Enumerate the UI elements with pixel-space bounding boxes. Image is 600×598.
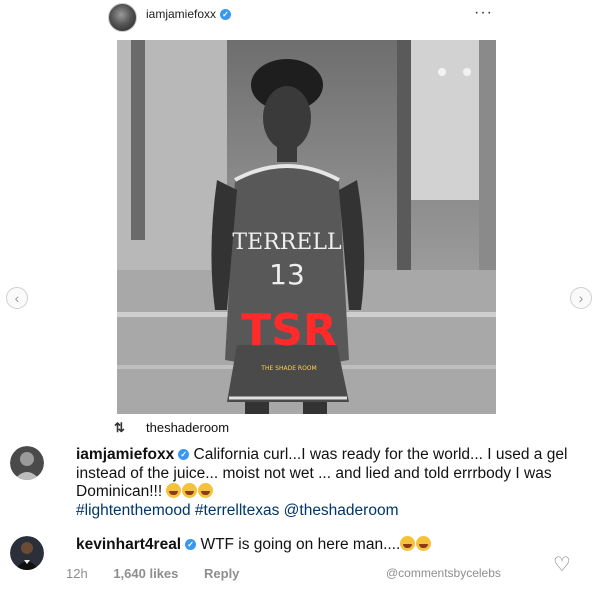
jersey-number: 13 xyxy=(269,258,305,291)
post-username-text[interactable]: iamjamiefoxx xyxy=(146,7,216,21)
caption-avatar[interactable] xyxy=(10,446,44,480)
profile-avatar[interactable] xyxy=(108,3,137,32)
verified-badge-icon: ✓ xyxy=(185,539,197,551)
carousel-next-button[interactable]: › xyxy=(570,287,592,309)
credit-watermark: @commentsbycelebs xyxy=(386,566,501,580)
laughing-emoji-icon xyxy=(182,483,198,498)
post-photo[interactable]: TERRELL 13 TSR THE SHADE ROOM xyxy=(117,40,496,414)
laughing-emoji-icon xyxy=(166,483,182,498)
caption-comment: iamjamiefoxx ✓ California curl...I was re… xyxy=(10,446,590,530)
reply-avatar[interactable] xyxy=(10,536,44,570)
verified-badge-icon: ✓ xyxy=(178,449,190,461)
laughing-emoji-icon xyxy=(400,536,416,551)
jersey-text: TERRELL xyxy=(232,230,342,255)
laughing-emoji-icon xyxy=(198,483,214,498)
carousel-prev-button[interactable]: ‹ xyxy=(6,287,28,309)
reply-likes[interactable]: 1,640 likes xyxy=(113,566,178,581)
reply-text-block: kevinhart4real ✓ WTF is going on here man… xyxy=(76,536,586,555)
repost-username[interactable]: theshaderoom xyxy=(146,420,229,435)
laughing-emoji-icon xyxy=(416,536,432,551)
heart-icon[interactable]: ♡ xyxy=(553,552,571,577)
reply-meta: 12h 1,640 likes Reply xyxy=(66,566,261,581)
reply-button[interactable]: Reply xyxy=(204,566,239,581)
caption-username[interactable]: iamjamiefoxx xyxy=(76,446,174,463)
repost-attribution: ⇅ theshaderoom xyxy=(114,420,229,438)
more-options-icon[interactable]: ··· xyxy=(474,4,493,22)
reply-time: 12h xyxy=(66,566,88,581)
post-username[interactable]: iamjamiefoxx ✓ xyxy=(146,7,232,21)
reply-text: WTF is going on here man.... xyxy=(200,536,401,553)
caption-text-block: iamjamiefoxx ✓ California curl...I was re… xyxy=(76,446,586,520)
retweet-icon: ⇅ xyxy=(114,420,125,435)
post-header: iamjamiefoxx ✓ ··· xyxy=(0,0,600,34)
photo-illustration: TERRELL 13 TSR THE SHADE ROOM xyxy=(117,40,496,414)
watermark-caption: THE SHADE ROOM xyxy=(260,365,316,372)
reply-username[interactable]: kevinhart4real xyxy=(76,536,181,553)
caption-hashtags[interactable]: #lightenthemood #terrelltexas @theshader… xyxy=(76,502,398,519)
watermark-logo: TSR xyxy=(241,305,337,356)
verified-badge-icon: ✓ xyxy=(220,9,232,21)
